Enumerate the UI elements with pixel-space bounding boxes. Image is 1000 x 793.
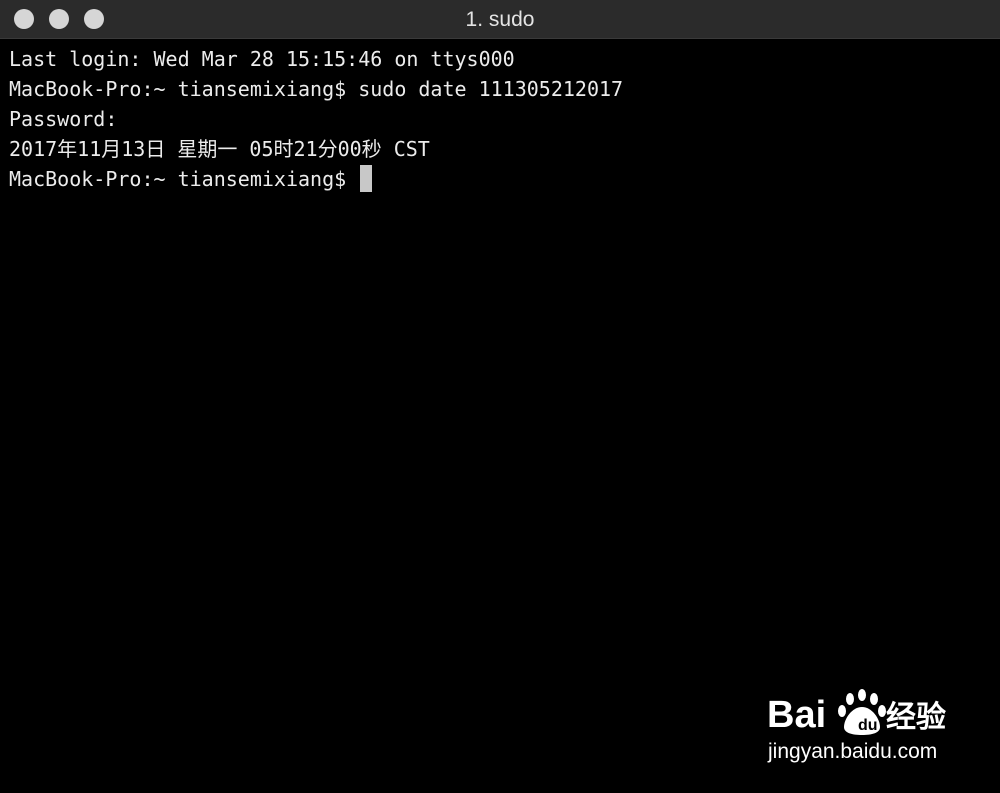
terminal-line-date-output: 2017年11月13日 星期一 05时21分00秒 CST (9, 137, 430, 161)
shell-prompt: MacBook-Pro:~ tiansemixiang$ (9, 167, 359, 191)
svg-text:经验: 经验 (886, 700, 946, 735)
text-cursor (360, 165, 373, 192)
terminal-output[interactable]: Last login: Wed Mar 28 15:15:46 on ttys0… (9, 44, 990, 194)
window-title: 1. sudo (465, 8, 535, 31)
terminal-line-command: MacBook-Pro:~ tiansemixiang$ sudo date 1… (9, 77, 624, 101)
svg-text:du: du (858, 717, 878, 734)
title-bar[interactable]: 1. sudo (0, 0, 1000, 39)
svg-text:Bai: Bai (767, 694, 826, 736)
terminal-window: 1. sudo Last login: Wed Mar 28 15:15:46 … (0, 0, 1000, 793)
baidu-logo-icon: Bai du 经验 (767, 689, 946, 736)
terminal-line-password: Password: (9, 107, 118, 131)
terminal-prompt-line[interactable]: MacBook-Pro:~ tiansemixiang$ (9, 164, 990, 194)
terminal-line-last-login: Last login: Wed Mar 28 15:15:46 on ttys0… (9, 47, 515, 71)
baidu-jingyan-watermark: Bai du 经验 jingyan.baidu.com (762, 683, 962, 778)
watermark-url: jingyan.baidu.com (768, 740, 938, 763)
